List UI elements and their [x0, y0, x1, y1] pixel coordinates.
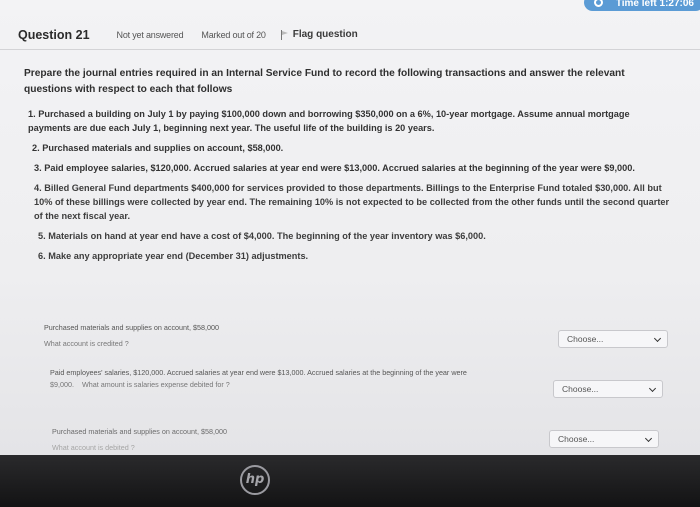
question-header: Question 21 Not yet answered Marked out …	[0, 20, 700, 50]
answer-select-1[interactable]: Choose...	[558, 330, 668, 348]
list-item: 6. Make any appropriate year end (Decemb…	[38, 251, 309, 261]
list-item: 3. Paid employee salaries, $120,000. Acc…	[34, 163, 635, 173]
answer-select-2[interactable]: Choose...	[553, 380, 663, 398]
list-item: 1. Purchased a building on July 1 by pay…	[28, 109, 630, 133]
chevron-down-icon	[648, 384, 657, 393]
answer-select-3[interactable]: Choose...	[549, 430, 659, 448]
timer-badge: Time left 1:27:06	[583, 0, 700, 11]
question-title: Question 21	[18, 27, 90, 42]
subquestion-prompt: What amount is salaries expense debited …	[81, 380, 230, 389]
select-value: Choose...	[562, 384, 599, 394]
timer-text: Time left 1:27:06	[615, 0, 694, 9]
subquestion-2: Paid employees' salaries, $120,000. Accr…	[50, 367, 550, 390]
clock-icon	[593, 0, 603, 7]
subquestion-context: Paid employees' salaries, $120,000. Accr…	[50, 368, 467, 377]
subquestion-1: Purchased materials and supplies on acco…	[44, 322, 524, 349]
flag-question-label: Flag question	[292, 29, 358, 40]
laptop-bezel	[0, 455, 700, 507]
question-intro: Prepare the journal entries required in …	[24, 68, 625, 95]
transaction-list: 1. Purchased a building on July 1 by pay…	[24, 107, 674, 269]
screen: Time left 1:27:06 Question 21 Not yet an…	[0, 0, 700, 455]
hp-logo: hp	[240, 465, 270, 495]
subquestion-3: Purchased materials and supplies on acco…	[52, 426, 532, 453]
list-item: 2. Purchased materials and supplies on a…	[32, 143, 284, 153]
subquestion-context-cont: $9,000.	[50, 380, 74, 389]
subquestion-prompt: What account is credited ?	[44, 339, 129, 348]
subquestion-prompt: What account is debited ?	[52, 443, 135, 452]
chevron-down-icon	[644, 434, 653, 443]
subquestion-context: Purchased materials and supplies on acco…	[52, 427, 228, 436]
flag-question-button[interactable]: Flag question	[280, 29, 358, 40]
flag-icon	[280, 29, 289, 40]
subquestion-context: Purchased materials and supplies on acco…	[44, 323, 220, 332]
list-item: 5. Materials on hand at year end have a …	[38, 231, 486, 241]
question-marks: Marked out of 20	[201, 29, 266, 40]
select-value: Choose...	[558, 434, 595, 444]
list-item: 4. Billed General Fund departments $400,…	[34, 183, 670, 221]
question-status: Not yet answered	[116, 29, 184, 40]
select-value: Choose...	[567, 334, 604, 344]
chevron-down-icon	[653, 334, 662, 343]
